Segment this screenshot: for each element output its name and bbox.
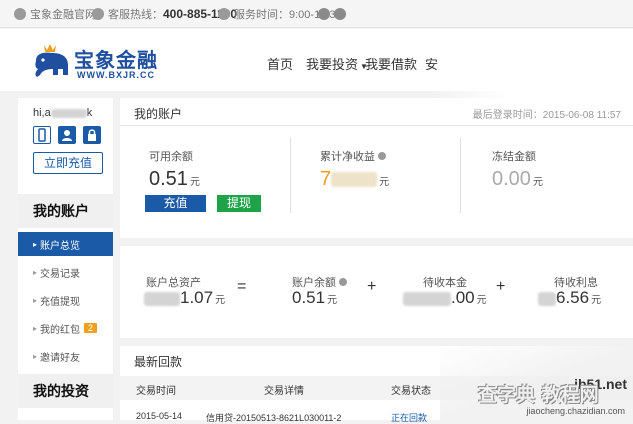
watermark-url: jiaocheng.chazidian.com xyxy=(526,406,625,416)
column-header: 交易状态 xyxy=(391,386,431,397)
section-my-investments: 我的投资 xyxy=(18,374,113,408)
masked-interest xyxy=(538,291,556,306)
social-links xyxy=(318,7,350,21)
help-icon[interactable] xyxy=(339,278,347,286)
menu-transactions[interactable]: ▸ 交易记录 xyxy=(18,260,113,284)
column-header: 交易详情 xyxy=(264,386,304,397)
masked-principal xyxy=(403,291,451,306)
identity-verify-icon[interactable] xyxy=(58,126,76,144)
net-income-value: 7元 xyxy=(320,168,390,190)
logo-name: 宝象金融 xyxy=(74,48,158,72)
weibo-icon[interactable] xyxy=(318,8,330,20)
account-balance-value: 0.51 元 xyxy=(292,288,338,307)
net-income-label: 累计净收益 xyxy=(320,148,386,164)
available-balance-value: 0.51 元 xyxy=(149,168,200,190)
summary-panel: 账户总资产 1.07 元 = 账户余额 0.51 元 + 待收本金 .00 元 + 待… xyxy=(120,246,633,338)
withdraw-button[interactable]: 提现 xyxy=(217,195,261,212)
bullet-icon: ▸ xyxy=(33,352,38,361)
hotline: 客服热线： 400-885-1100 xyxy=(92,7,237,21)
password-lock-icon[interactable] xyxy=(83,126,101,144)
row-status: 正在回款 xyxy=(391,413,428,423)
nav-home[interactable]: 首页 xyxy=(267,54,293,73)
account-panel-header: 我的账户 最后登录时间：2015-06-08 11:57 xyxy=(120,98,633,126)
site-header: 宝象金融 WWW.BXJR.CC 首页 我要投资▼ 我要借款 安 xyxy=(0,29,633,120)
sidebar: hi,a k 立即充值 我的账户 ▸ 账户总览 ▸ 交易记录 ▸ 充值提现 ▸ 我的红包 2… xyxy=(18,98,113,420)
account-panel: 我的账户 最后登录时间：2015-06-08 11:57 可用余额 0.51 元 … xyxy=(120,98,633,238)
column-header: 交易时间 xyxy=(136,386,176,397)
total-assets-value: 1.07 元 xyxy=(144,288,225,308)
divider xyxy=(290,138,291,213)
help-icon[interactable] xyxy=(378,152,386,160)
pending-interest-value: 6.56 元 xyxy=(538,288,601,308)
red-packet-count-badge: 2 xyxy=(84,323,98,333)
equals-sign: = xyxy=(237,278,247,295)
wechat-icon[interactable] xyxy=(334,8,346,20)
user-greeting: hi,a k xyxy=(33,107,93,119)
mobile-verify-icon[interactable] xyxy=(33,126,51,144)
bullet-icon: ▸ xyxy=(33,324,38,333)
recharge-now-button[interactable]: 立即充值 xyxy=(33,152,103,174)
masked-net-income xyxy=(331,172,378,188)
bullet-icon: ▸ xyxy=(33,240,38,249)
clock-icon xyxy=(218,8,230,20)
logo[interactable]: 宝象金融 WWW.BXJR.CC xyxy=(30,41,160,85)
pending-principal-value: .00 元 xyxy=(403,288,487,308)
recharge-button[interactable]: 充值 xyxy=(145,195,206,212)
recent-title: 最新回款 xyxy=(134,355,183,369)
elephant-logo-icon xyxy=(35,44,68,77)
row-detail[interactable]: 信用贷-20150513-8621L030011-2 xyxy=(206,411,341,424)
masked-username xyxy=(50,108,87,118)
bullet-icon: ▸ xyxy=(33,268,38,277)
nav-invest[interactable]: 我要投资 ▼ xyxy=(306,54,368,73)
account-title: 我的账户 xyxy=(134,107,183,121)
home-icon xyxy=(14,8,26,20)
plus-sign: + xyxy=(367,278,377,295)
menu-account-overview[interactable]: ▸ 账户总览 xyxy=(18,232,113,256)
section-my-account: 我的账户 xyxy=(18,194,113,228)
logo-url: WWW.BXJR.CC xyxy=(77,70,155,80)
menu-invite-friends[interactable]: ▸ 邀请好友 xyxy=(18,344,113,368)
divider xyxy=(460,138,461,213)
menu-red-packets[interactable]: ▸ 我的红包 2 xyxy=(18,316,113,340)
nav-borrow[interactable]: 我要借款 xyxy=(365,54,417,73)
frozen-amount-value: 0.00 元 xyxy=(492,168,543,190)
bullet-icon: ▸ xyxy=(33,296,38,305)
menu-recharge-withdraw[interactable]: ▸ 充值提现 xyxy=(18,288,113,312)
frozen-amount-label: 冻结金额 xyxy=(492,151,536,163)
watermark-cn: 查字典 教程网 xyxy=(478,384,599,406)
phone-icon xyxy=(92,8,104,20)
last-login-time: 最后登录时间：2015-06-08 11:57 xyxy=(472,110,621,121)
available-balance-label: 可用余额 xyxy=(149,151,193,163)
site-link[interactable]: 宝象金融官网 xyxy=(14,7,96,21)
masked-total-assets xyxy=(144,291,180,306)
top-bar: 宝象金融官网 客服热线： 400-885-1100 服务时间：9:00-17:30 xyxy=(0,0,633,28)
plus-sign: + xyxy=(496,278,506,295)
